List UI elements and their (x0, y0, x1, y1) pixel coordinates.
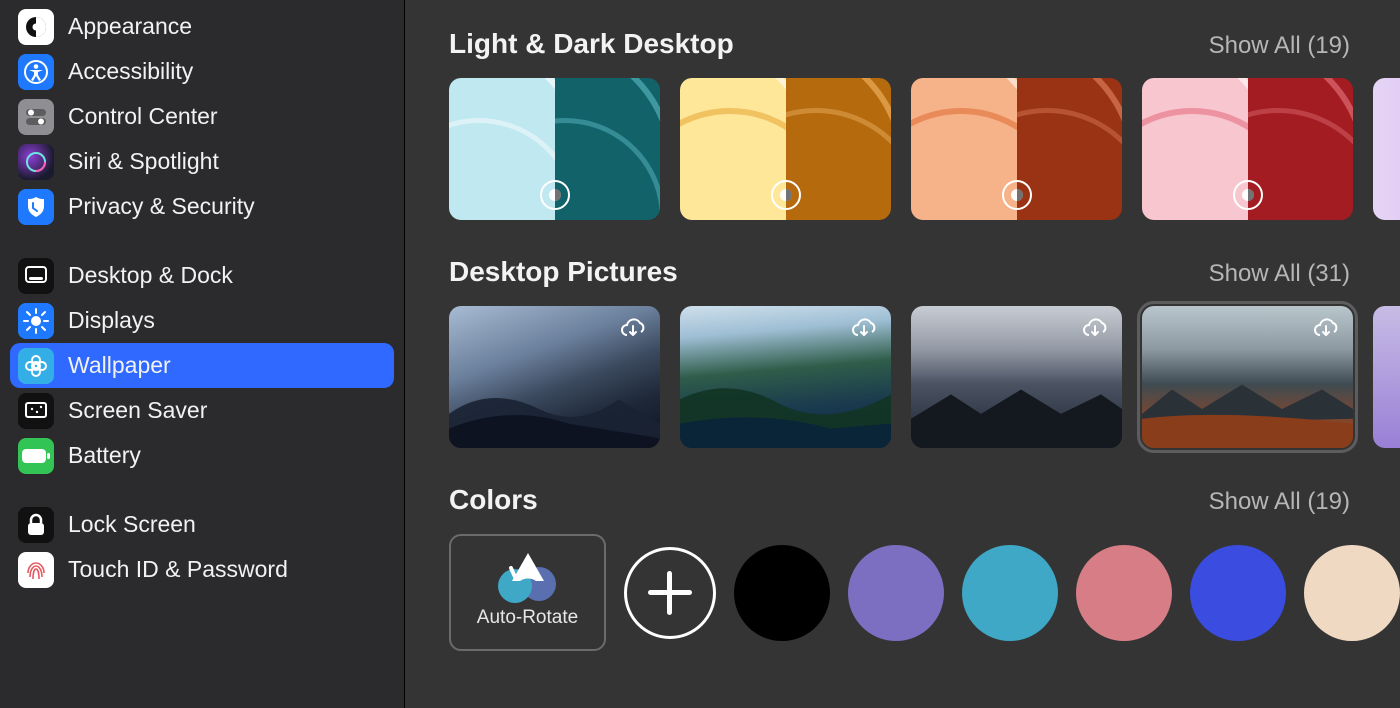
sidebar-item-label: Wallpaper (68, 352, 171, 379)
sidebar-item-lockscreen[interactable]: Lock Screen (10, 502, 394, 547)
color-swatch[interactable] (848, 545, 944, 641)
show-all-colors[interactable]: Show All (19) (1209, 488, 1350, 516)
section-lightdark: Light & Dark Desktop Show All (19) (449, 28, 1400, 220)
color-swatch[interactable] (1304, 545, 1400, 641)
show-all-lightdark[interactable]: Show All (19) (1209, 32, 1350, 60)
screensaver-icon (18, 393, 54, 429)
app-root: Appearance Accessibility Control Center … (0, 0, 1400, 708)
light-dark-badge-icon (771, 180, 801, 210)
color-swatch[interactable] (1190, 545, 1286, 641)
wallpaper-thumb[interactable] (449, 78, 660, 220)
auto-rotate-icon (492, 557, 564, 601)
displays-icon (18, 303, 54, 339)
sidebar-item-label: Battery (68, 442, 141, 469)
wallpaper-thumb[interactable] (1373, 78, 1400, 220)
sidebar-item-desktopdock[interactable]: Desktop & Dock (10, 253, 394, 298)
siri-icon (18, 144, 54, 180)
sidebar-item-label: Appearance (68, 13, 192, 40)
auto-rotate-card[interactable]: Auto-Rotate (449, 534, 606, 651)
sidebar-item-label: Desktop & Dock (68, 262, 233, 289)
sidebar-item-wallpaper[interactable]: Wallpaper (10, 343, 394, 388)
sidebar-item-label: Displays (68, 307, 155, 334)
wallpaper-thumb[interactable] (680, 78, 891, 220)
section-title: Colors (449, 484, 538, 516)
sidebar-item-displays[interactable]: Displays (10, 298, 394, 343)
sidebar-item-touchid[interactable]: Touch ID & Password (10, 547, 394, 592)
sidebar-item-privacy[interactable]: Privacy & Security (10, 184, 394, 229)
controlcenter-icon (18, 99, 54, 135)
download-icon (1080, 316, 1110, 345)
add-color-button[interactable] (624, 547, 716, 639)
light-dark-badge-icon (1002, 180, 1032, 210)
appearance-icon (18, 9, 54, 45)
sidebar-item-appearance[interactable]: Appearance (10, 4, 394, 49)
desktop-row (449, 306, 1400, 448)
download-icon (1311, 316, 1341, 345)
accessibility-icon (18, 54, 54, 90)
download-icon (618, 316, 648, 345)
sidebar-item-label: Screen Saver (68, 397, 207, 424)
download-icon (849, 316, 879, 345)
section-colors: Colors Show All (19) Auto-Rotate (449, 484, 1400, 651)
wallpaper-thumb[interactable] (1142, 78, 1353, 220)
sidebar-item-label: Privacy & Security (68, 193, 255, 220)
wallpaper-thumb[interactable] (911, 306, 1122, 448)
sidebar-item-label: Touch ID & Password (68, 556, 288, 583)
light-dark-badge-icon (540, 180, 570, 210)
wallpaper-icon (18, 348, 54, 384)
wallpaper-thumb[interactable] (680, 306, 891, 448)
lockscreen-icon (18, 507, 54, 543)
wallpaper-thumb[interactable] (911, 78, 1122, 220)
sidebar-item-screensaver[interactable]: Screen Saver (10, 388, 394, 433)
sidebar-item-controlcenter[interactable]: Control Center (10, 94, 394, 139)
touchid-icon (18, 552, 54, 588)
section-title: Light & Dark Desktop (449, 28, 734, 60)
section-desktop-pictures: Desktop Pictures Show All (31) (449, 256, 1400, 448)
auto-rotate-label: Auto-Rotate (477, 607, 578, 629)
color-swatch[interactable] (734, 545, 830, 641)
wallpaper-thumb-selected[interactable] (1142, 306, 1353, 448)
colors-row: Auto-Rotate (449, 534, 1400, 651)
wallpaper-thumb[interactable] (1373, 306, 1400, 448)
battery-icon (18, 438, 54, 474)
sidebar-item-label: Control Center (68, 103, 218, 130)
sidebar-item-battery[interactable]: Battery (10, 433, 394, 478)
sidebar-item-label: Accessibility (68, 58, 193, 85)
wallpaper-thumb[interactable] (449, 306, 660, 448)
color-swatch[interactable] (1076, 545, 1172, 641)
color-swatch[interactable] (962, 545, 1058, 641)
show-all-desktop[interactable]: Show All (31) (1209, 260, 1350, 288)
light-dark-badge-icon (1233, 180, 1263, 210)
sidebar-item-label: Siri & Spotlight (68, 148, 219, 175)
section-title: Desktop Pictures (449, 256, 678, 288)
privacy-icon (18, 189, 54, 225)
desktopdock-icon (18, 258, 54, 294)
lightdark-row (449, 78, 1400, 220)
sidebar-item-label: Lock Screen (68, 511, 196, 538)
sidebar: Appearance Accessibility Control Center … (0, 0, 405, 708)
content-area: Light & Dark Desktop Show All (19) (405, 0, 1400, 708)
plus-icon (648, 571, 692, 615)
sidebar-item-siri[interactable]: Siri & Spotlight (10, 139, 394, 184)
sidebar-item-accessibility[interactable]: Accessibility (10, 49, 394, 94)
